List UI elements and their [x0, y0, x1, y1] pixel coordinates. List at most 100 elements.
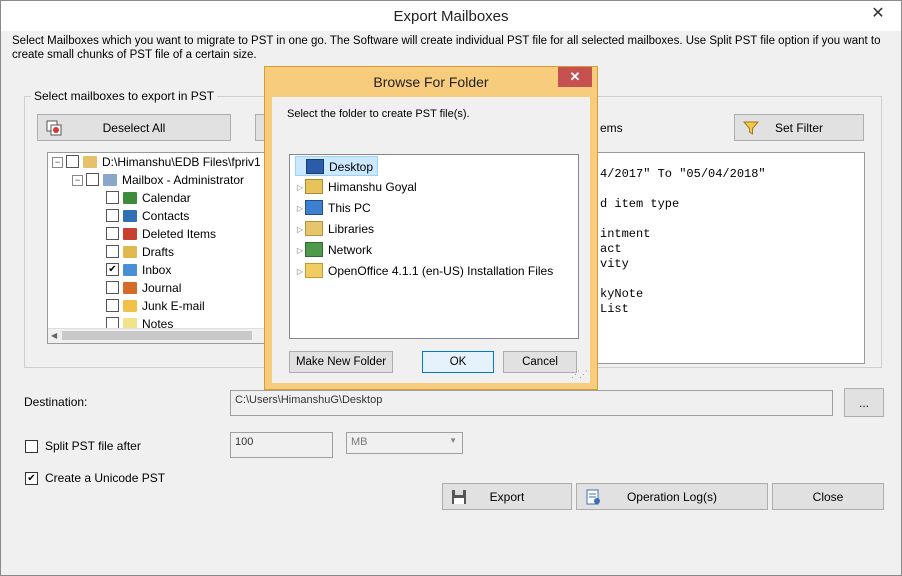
folder-checkbox[interactable]	[106, 191, 119, 205]
tree-folder-node[interactable]: Deleted Items	[106, 225, 216, 243]
folder-item[interactable]: ▷ Network	[295, 240, 376, 260]
deselect-all-button[interactable]: Deselect All	[37, 114, 231, 141]
database-icon	[83, 155, 97, 168]
folder-checkbox[interactable]	[106, 209, 119, 223]
browse-label: ...	[858, 395, 869, 410]
expand-arrow-icon[interactable]: ▷	[295, 262, 305, 282]
collapse-icon[interactable]: −	[52, 157, 63, 169]
make-new-folder-button[interactable]: Make New Folder	[289, 351, 393, 373]
collapse-icon[interactable]: −	[72, 175, 83, 187]
scrollbar-thumb[interactable]	[62, 331, 252, 340]
tree-root-label: D:\Himanshu\EDB Files\fpriv1	[102, 155, 261, 169]
mailbox-checkbox[interactable]	[86, 173, 99, 187]
folder-item[interactable]: ▷ This PC	[295, 198, 375, 218]
folder-checkbox[interactable]	[106, 299, 119, 313]
folder-item-label: This PC	[328, 201, 371, 215]
tree-folder-node[interactable]: Contacts	[106, 207, 189, 225]
dialog-instruction: Select the folder to create PST file(s).	[287, 108, 470, 120]
inbox-icon	[123, 263, 137, 276]
destination-path-field[interactable]: C:\Users\HimanshuG\Desktop	[230, 390, 833, 416]
junk-email-icon	[123, 299, 137, 312]
drafts-icon	[123, 245, 137, 258]
tree-folder-node[interactable]: Journal	[106, 279, 181, 297]
set-filter-button[interactable]: Set Filter	[734, 114, 864, 141]
tree-folder-label: Contacts	[142, 209, 190, 223]
title-bar: Export Mailboxes ✕	[1, 1, 901, 31]
network-icon	[305, 242, 323, 258]
split-pst-label: Split PST file after	[45, 439, 141, 453]
folder-checkbox[interactable]	[106, 281, 119, 295]
tree-folder-node[interactable]: Junk E-mail	[106, 297, 205, 315]
root-checkbox[interactable]	[66, 155, 79, 169]
folder-tree[interactable]: Desktop ▷ Himanshu Goyal ▷ This PC ▷ Libraries…	[289, 154, 579, 339]
tree-folder-label: Deleted Items	[142, 227, 217, 241]
export-label: Export	[489, 489, 525, 504]
set-filter-label: Set Filter	[774, 120, 823, 135]
split-unit-value: MB	[351, 436, 368, 448]
tree-folder-label: Journal	[142, 281, 182, 295]
resize-grip-icon[interactable]: ⋰⋰	[571, 369, 588, 380]
folder-icon	[305, 263, 323, 279]
close-button[interactable]: Close	[772, 483, 884, 510]
export-button[interactable]: Export	[442, 483, 572, 510]
expand-arrow-icon[interactable]: ▷	[295, 178, 305, 198]
tree-mailbox-node[interactable]: − Mailbox - Administrator	[72, 171, 244, 189]
operation-log-button[interactable]: Operation Log(s)	[576, 483, 768, 510]
close-label: Close	[812, 489, 844, 504]
folder-item-label: Himanshu Goyal	[328, 180, 417, 194]
deleted-items-icon	[123, 227, 137, 240]
folder-checkbox[interactable]	[106, 245, 119, 259]
summary-line: 4/2017" To "05/04/2018"	[600, 167, 766, 181]
tree-folder-node[interactable]: ✔ Inbox	[106, 261, 171, 279]
tree-mailbox-label: Mailbox - Administrator	[122, 173, 245, 187]
expand-arrow-icon[interactable]: ▷	[295, 241, 305, 261]
tree-folder-node[interactable]: Calendar	[106, 189, 191, 207]
unicode-pst-label: Create a Unicode PST	[45, 471, 166, 485]
split-unit-select[interactable]: MB ▼	[346, 432, 463, 454]
tree-horizontal-scrollbar[interactable]: ◀	[48, 328, 266, 343]
scroll-left-icon[interactable]: ◀	[51, 331, 57, 340]
desktop-icon	[306, 159, 324, 175]
summary-line: vity	[600, 257, 629, 271]
folder-item[interactable]: ▷ Himanshu Goyal	[295, 177, 421, 197]
tree-folder-label: Junk E-mail	[142, 299, 205, 313]
folder-item[interactable]: ▷ OpenOffice 4.1.1 (en-US) Installation F…	[295, 261, 557, 281]
split-pst-checkbox[interactable]	[25, 440, 38, 453]
summary-line: intment	[600, 227, 651, 241]
mailbox-tree[interactable]: − D:\Himanshu\EDB Files\fpriv1 − Mailbox -…	[47, 152, 269, 344]
ok-button[interactable]: OK	[422, 351, 494, 373]
tree-folder-node[interactable]: Drafts	[106, 243, 174, 261]
cancel-button[interactable]: Cancel	[503, 351, 577, 373]
summary-line: d item type	[600, 197, 680, 211]
expand-arrow-icon[interactable]: ▷	[295, 199, 305, 219]
summary-line: List	[600, 302, 629, 316]
user-folder-icon	[305, 179, 323, 195]
tree-folder-label: Inbox	[142, 263, 172, 277]
browse-button[interactable]: ...	[844, 388, 884, 417]
folder-item[interactable]: Desktop	[295, 156, 379, 176]
tree-folder-label: Calendar	[142, 191, 191, 205]
dialog-close-button[interactable]: ✕	[558, 67, 592, 87]
split-size-input[interactable]: 100	[230, 432, 333, 458]
window-close-button[interactable]: ✕	[855, 1, 901, 27]
folder-item[interactable]: ▷ Libraries	[295, 219, 378, 239]
unicode-pst-checkbox[interactable]: ✔	[25, 472, 38, 485]
tree-root-node[interactable]: − D:\Himanshu\EDB Files\fpriv1	[52, 153, 261, 171]
computer-icon	[305, 200, 323, 216]
mailbox-group-label: Select mailboxes to export in PST	[31, 89, 218, 103]
libraries-icon	[305, 221, 323, 237]
folder-item-label: Libraries	[328, 222, 375, 236]
operation-log-label: Operation Log(s)	[626, 489, 718, 504]
chevron-down-icon: ▼	[449, 436, 457, 445]
mailbox-icon	[103, 173, 117, 186]
calendar-icon	[123, 191, 137, 204]
folder-checkbox[interactable]: ✔	[106, 263, 119, 277]
deselect-all-label: Deselect All	[102, 120, 166, 135]
folder-checkbox[interactable]	[106, 227, 119, 241]
items-label: ems	[600, 121, 623, 135]
summary-line: act	[600, 242, 622, 256]
expand-arrow-icon[interactable]: ▷	[295, 220, 305, 240]
tree-folder-label: Drafts	[142, 245, 175, 259]
contacts-icon	[123, 209, 137, 222]
filter-summary-panel: 4/2017" To "05/04/2018" d item type intmen…	[593, 152, 865, 364]
